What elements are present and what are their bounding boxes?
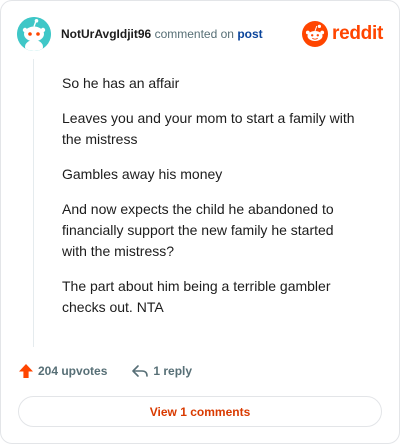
thread-line[interactable] xyxy=(33,59,34,347)
post-link[interactable]: post xyxy=(237,27,262,41)
comment-header: NotUrAvgIdjit96 commented on post xyxy=(17,17,263,51)
comment-paragraph: Gambles away his money xyxy=(62,166,223,182)
comment-paragraph: Leaves you and your mom to start a famil… xyxy=(62,110,355,147)
username[interactable]: NotUrAvgIdjit96 xyxy=(61,27,151,41)
reddit-snoo-icon xyxy=(302,21,329,47)
upvote-count: 204 upvotes xyxy=(38,364,108,378)
upvote-button[interactable]: 204 upvotes xyxy=(18,363,107,379)
avatar[interactable] xyxy=(17,17,51,51)
snoo-avatar-icon xyxy=(17,17,51,51)
comment-actions: 204 upvotes 1 reply xyxy=(18,361,192,381)
comment-paragraph: So he has an affair xyxy=(62,75,180,91)
reply-arrow-icon xyxy=(132,365,149,377)
comment-card: NotUrAvgIdjit96 commented on post reddit… xyxy=(0,0,400,444)
view-comments-button[interactable]: View 1 comments xyxy=(18,396,382,427)
reply-button[interactable]: 1 reply xyxy=(131,363,192,379)
comment-body: So he has an affair Leaves you and your … xyxy=(62,73,362,332)
reply-count: 1 reply xyxy=(153,364,193,378)
commented-on-text: commented on xyxy=(154,27,234,41)
upvote-arrow-icon xyxy=(19,364,33,378)
comment-paragraph: And now expects the child he abandoned t… xyxy=(62,201,334,259)
comment-paragraph: The part about him being a terrible gamb… xyxy=(62,278,331,315)
reddit-wordmark: reddit xyxy=(332,23,383,44)
reddit-logo[interactable]: reddit xyxy=(302,21,383,47)
byline: NotUrAvgIdjit96 commented on post xyxy=(61,27,263,41)
